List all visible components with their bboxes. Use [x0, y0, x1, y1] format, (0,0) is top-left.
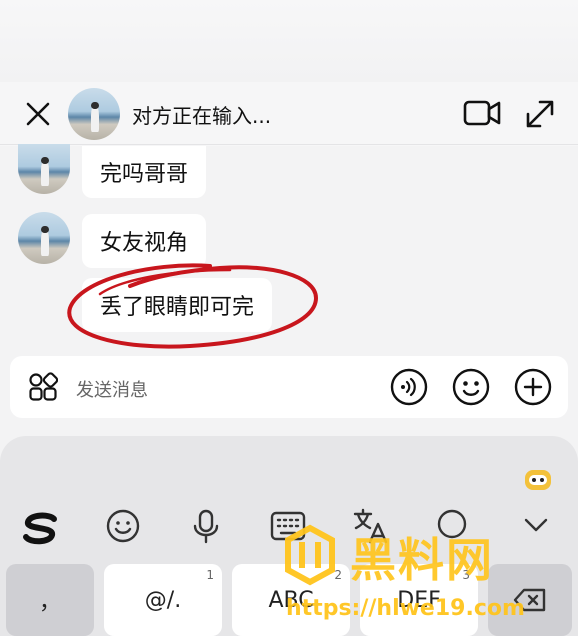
comma-key[interactable]: ， [6, 564, 94, 636]
expand-icon[interactable] [522, 96, 558, 132]
message-bubble[interactable]: 女友视角 [82, 214, 207, 268]
sogou-mascot-icon[interactable] [522, 466, 554, 494]
plus-icon[interactable] [514, 368, 552, 406]
key-number: 1 [206, 568, 214, 582]
apps-grid-icon[interactable] [28, 372, 58, 402]
message-bubble[interactable]: 丢了眼睛即可完 [82, 278, 273, 332]
message-input-bar: 发送消息 [10, 356, 568, 418]
mic-icon[interactable] [186, 506, 226, 546]
contact-avatar[interactable] [68, 88, 120, 140]
key-label: @/. [144, 587, 182, 613]
message-bubble[interactable]: 完吗哥哥 [82, 146, 207, 198]
sogou-logo-icon[interactable] [20, 510, 62, 546]
header-divider [0, 144, 578, 145]
keyboard-icon[interactable] [268, 506, 308, 546]
contact-status-title: 对方正在输入... [132, 104, 272, 128]
watermark-text: 黑料网 [350, 533, 494, 587]
key-number: 2 [334, 568, 342, 582]
symbol-key[interactable]: @/. 1 [104, 564, 222, 636]
voice-icon[interactable] [390, 368, 428, 406]
chat-header: 对方正在输入... [0, 82, 578, 146]
key-label: ， [38, 590, 61, 615]
message-input[interactable]: 发送消息 [76, 376, 148, 402]
emoji-icon[interactable] [452, 368, 490, 406]
emoji-keyboard-icon[interactable] [103, 506, 143, 546]
video-call-icon[interactable] [462, 96, 502, 130]
watermark-url: https://hlwe19.com [286, 596, 525, 621]
status-area [0, 0, 578, 82]
sender-avatar[interactable] [18, 144, 70, 194]
close-icon[interactable] [22, 98, 54, 130]
collapse-keyboard-icon[interactable] [516, 506, 556, 546]
sender-avatar[interactable] [18, 212, 70, 264]
